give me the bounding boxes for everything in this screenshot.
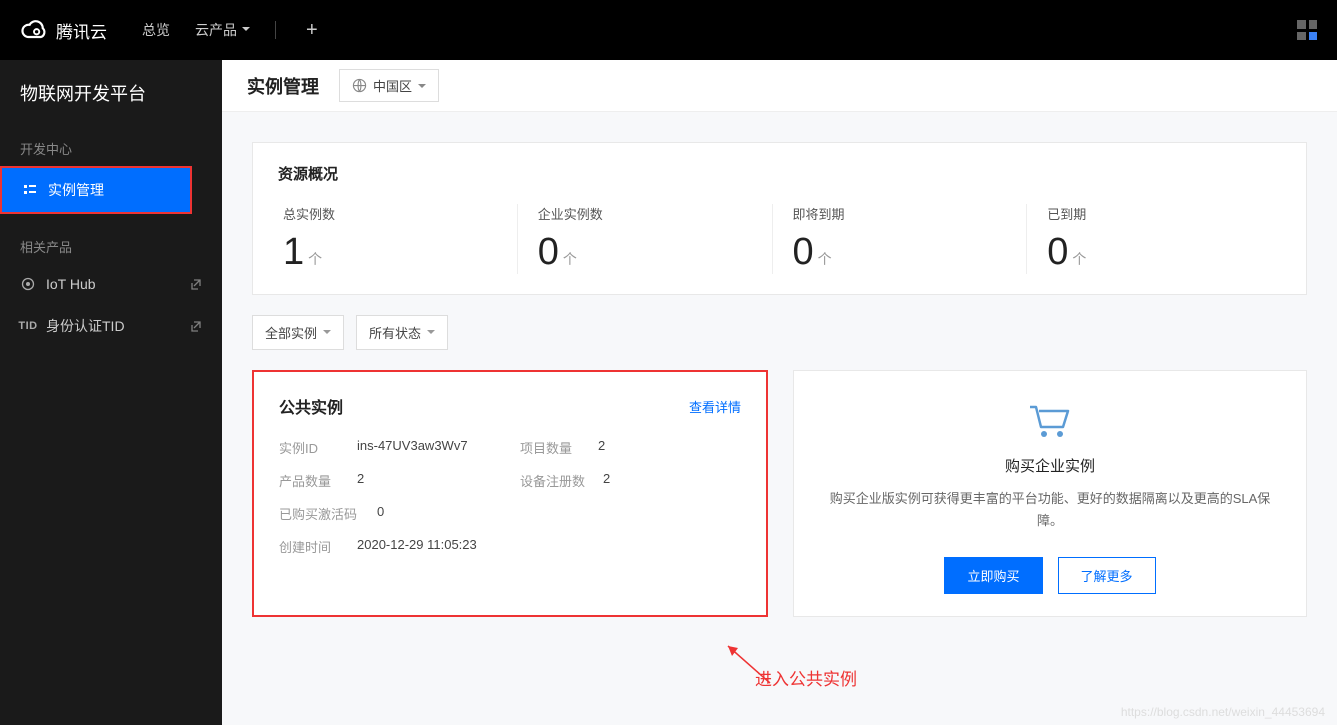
filter-status[interactable]: 所有状态 xyxy=(356,315,448,350)
sidebar-section-related: 相关产品 xyxy=(0,229,222,264)
kv-product-count: 产品数量2 xyxy=(279,471,500,490)
brand-name: 腾讯云 xyxy=(56,18,107,43)
content: 资源概况 总实例数 1个 企业实例数 0个 即将到期 0个 已到期 0个 xyxy=(222,112,1337,725)
page-header: 实例管理 中国区 xyxy=(222,60,1337,112)
sidebar-item-instance-management[interactable]: 实例管理 xyxy=(0,166,192,214)
external-link-icon xyxy=(190,278,202,290)
brand-logo[interactable]: 腾讯云 xyxy=(20,16,107,44)
stat-unit: 个 xyxy=(563,251,577,267)
topbar: 腾讯云 总览 云产品 + xyxy=(0,0,1337,60)
stat-value: 1 xyxy=(283,231,304,273)
filters: 全部实例 所有状态 xyxy=(252,315,1307,350)
region-selector[interactable]: 中国区 xyxy=(339,69,439,102)
stat-label: 即将到期 xyxy=(793,204,1007,223)
nav-products[interactable]: 云产品 xyxy=(195,20,250,40)
filter-label: 所有状态 xyxy=(369,323,421,342)
stat-expired: 已到期 0个 xyxy=(1026,204,1281,274)
sidebar: 物联网开发平台 开发中心 实例管理 相关产品 IoT Hub TID 身份认证T… xyxy=(0,60,222,725)
add-button[interactable]: + xyxy=(301,19,323,42)
stats-row: 总实例数 1个 企业实例数 0个 即将到期 0个 已到期 0个 xyxy=(278,204,1281,274)
overview-card: 资源概况 总实例数 1个 企业实例数 0个 即将到期 0个 已到期 0个 xyxy=(252,142,1307,295)
tid-icon: TID xyxy=(20,318,36,334)
kv-instance-id: 实例IDins-47UV3aw3Wv7 xyxy=(279,438,500,457)
instance-card-title: 公共实例 xyxy=(279,394,343,418)
buy-card-title: 购买企业实例 xyxy=(1005,455,1095,476)
stat-value: 0 xyxy=(1047,231,1068,273)
sidebar-item-label: IoT Hub xyxy=(46,276,96,292)
stat-label: 总实例数 xyxy=(283,204,497,223)
chevron-down-icon xyxy=(323,330,331,338)
list-icon xyxy=(22,182,38,198)
sidebar-item-label: 实例管理 xyxy=(48,180,104,200)
sidebar-product-title: 物联网开发平台 xyxy=(0,80,222,131)
stat-unit: 个 xyxy=(308,251,322,267)
globe-icon xyxy=(352,78,367,93)
stat-label: 已到期 xyxy=(1047,204,1261,223)
kv-device-count: 设备注册数2 xyxy=(520,471,741,490)
learn-more-button[interactable]: 了解更多 xyxy=(1058,557,1156,594)
stat-value: 0 xyxy=(538,231,559,273)
buy-enterprise-card: 购买企业实例 购买企业版实例可获得更丰富的平台功能、更好的数据隔离以及更高的SL… xyxy=(793,370,1307,617)
stat-label: 企业实例数 xyxy=(538,204,752,223)
stat-expiring: 即将到期 0个 xyxy=(772,204,1027,274)
shopping-cart-icon xyxy=(1026,401,1074,441)
overview-title: 资源概况 xyxy=(278,163,1281,184)
sidebar-item-label: 身份认证TID xyxy=(46,316,125,336)
nav-overview[interactable]: 总览 xyxy=(142,20,170,40)
public-instance-card[interactable]: 公共实例 查看详情 实例IDins-47UV3aw3Wv7 项目数量2 产品数量… xyxy=(252,370,768,617)
apps-grid-icon[interactable] xyxy=(1297,20,1317,40)
buy-card-desc: 购买企业版实例可获得更丰富的平台功能、更好的数据隔离以及更高的SLA保障。 xyxy=(819,488,1281,532)
filter-label: 全部实例 xyxy=(265,323,317,342)
kv-activation-code: 已购买激活码0 xyxy=(279,504,741,523)
kv-create-time: 创建时间2020-12-29 11:05:23 xyxy=(279,537,741,556)
hub-icon xyxy=(20,276,36,292)
sidebar-item-tid[interactable]: TID 身份认证TID xyxy=(0,304,222,348)
stat-value: 0 xyxy=(793,231,814,273)
external-link-icon xyxy=(190,320,202,332)
stat-total: 总实例数 1个 xyxy=(278,204,517,274)
sidebar-section-dev: 开发中心 xyxy=(0,131,222,166)
view-detail-link[interactable]: 查看详情 xyxy=(689,397,741,416)
stat-enterprise: 企业实例数 0个 xyxy=(517,204,772,274)
cards-row: 公共实例 查看详情 实例IDins-47UV3aw3Wv7 项目数量2 产品数量… xyxy=(252,370,1307,617)
main-area: 实例管理 中国区 资源概况 总实例数 1个 企业实例数 0个 即将到期 xyxy=(222,60,1337,725)
page-title: 实例管理 xyxy=(247,73,319,99)
kv-project-count: 项目数量2 xyxy=(520,438,741,457)
filter-instance-type[interactable]: 全部实例 xyxy=(252,315,344,350)
topbar-right xyxy=(1297,20,1317,40)
chevron-down-icon xyxy=(418,84,426,92)
buy-now-button[interactable]: 立即购买 xyxy=(944,557,1042,594)
stat-unit: 个 xyxy=(1072,251,1086,267)
stat-unit: 个 xyxy=(818,251,832,267)
region-label: 中国区 xyxy=(373,76,412,95)
top-nav: 总览 云产品 + xyxy=(142,19,323,42)
nav-divider xyxy=(275,21,276,39)
sidebar-item-iot-hub[interactable]: IoT Hub xyxy=(0,264,222,304)
cloud-logo-icon xyxy=(20,16,48,44)
chevron-down-icon xyxy=(427,330,435,338)
